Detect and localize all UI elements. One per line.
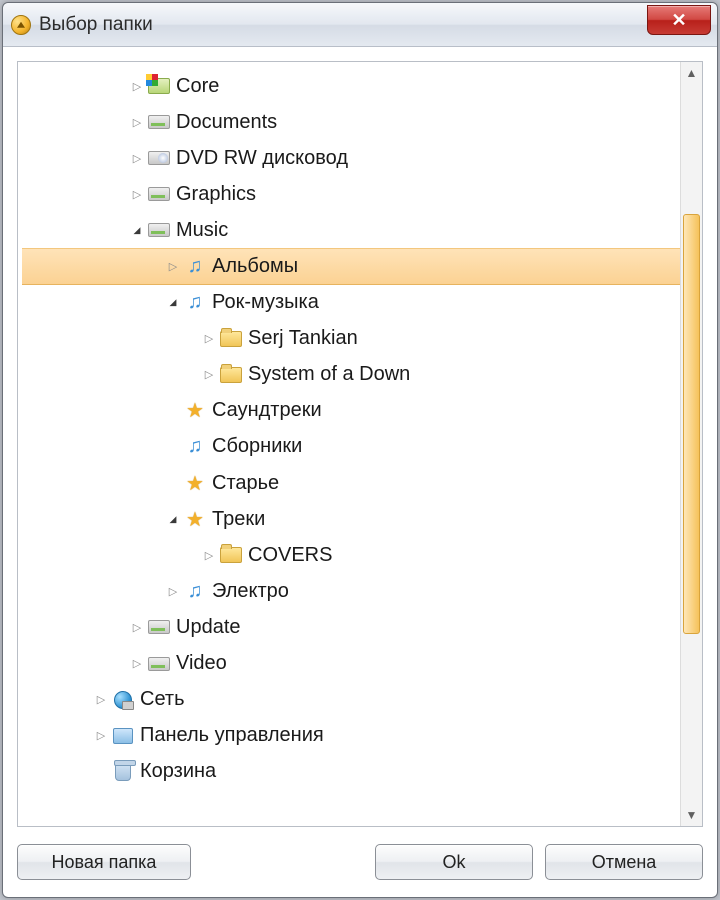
tree-item[interactable]: ★Саундтреки	[22, 393, 680, 429]
dvd-drive-icon	[146, 147, 172, 169]
tree-item[interactable]: ♫Электро	[22, 573, 680, 609]
tree-item-label: Саундтреки	[212, 399, 322, 422]
scrollbar-thumb[interactable]	[683, 214, 700, 634]
close-icon: ✕	[671, 10, 686, 31]
tree-item-label: DVD RW дисковод	[176, 147, 348, 170]
tree-item[interactable]: Documents	[22, 104, 680, 140]
inner-frame: Core Documents DVD RW дисковод Graphics Musi…	[17, 61, 703, 827]
app-icon	[11, 15, 31, 35]
chevron-right-icon[interactable]	[128, 152, 146, 165]
chevron-right-icon[interactable]	[200, 332, 218, 345]
star-icon: ★	[182, 400, 208, 422]
ok-button[interactable]: Ok	[375, 844, 533, 880]
drive-icon	[146, 616, 172, 638]
tree-item[interactable]: ♫Альбомы	[22, 248, 680, 284]
folder-select-dialog: Выбор папки ✕ Core Documents DVD RW дисков…	[2, 2, 718, 898]
tree-item[interactable]: Update	[22, 609, 680, 645]
chevron-right-icon[interactable]	[92, 693, 110, 706]
chevron-right-icon[interactable]	[200, 368, 218, 381]
tree-item-label: Update	[176, 616, 241, 639]
tree-item-label: Альбомы	[212, 255, 298, 278]
folder-icon	[218, 364, 244, 386]
tree-container: Core Documents DVD RW дисковод Graphics Musi…	[18, 62, 702, 826]
music-icon: ♫	[182, 292, 208, 314]
tree-item-label: Documents	[176, 111, 277, 134]
chevron-right-icon[interactable]	[200, 549, 218, 562]
star-icon: ★	[182, 508, 208, 530]
tree-item-label: COVERS	[248, 544, 332, 567]
tree-item[interactable]: Graphics	[22, 176, 680, 212]
tree-item[interactable]: DVD RW дисковод	[22, 140, 680, 176]
tree-item-label: Сеть	[140, 688, 184, 711]
tree-item[interactable]: ♫Сборники	[22, 429, 680, 465]
tree-item[interactable]: COVERS	[22, 537, 680, 573]
drive-icon	[146, 219, 172, 241]
tree-item[interactable]: ♫Рок-музыка	[22, 285, 680, 321]
tree-item-label: Корзина	[140, 760, 216, 783]
folder-icon	[218, 544, 244, 566]
button-bar: Новая папка Ok Отмена	[3, 841, 717, 897]
star-icon: ★	[182, 472, 208, 494]
chevron-right-icon[interactable]	[128, 621, 146, 634]
titlebar: Выбор папки ✕	[3, 3, 717, 47]
vertical-scrollbar[interactable]: ▲ ▼	[680, 62, 702, 826]
music-icon: ♫	[182, 436, 208, 458]
tree-item-label: Рок-музыка	[212, 291, 319, 314]
chevron-right-icon[interactable]	[92, 729, 110, 742]
tree-item[interactable]: Serj Tankian	[22, 321, 680, 357]
drive-icon	[146, 653, 172, 675]
tree-item-label: Music	[176, 219, 228, 242]
new-folder-button[interactable]: Новая папка	[17, 844, 191, 880]
chevron-right-icon[interactable]	[128, 80, 146, 93]
chevron-down-icon[interactable]	[164, 297, 182, 308]
scroll-down-icon[interactable]: ▼	[681, 804, 702, 826]
tree-item[interactable]: System of a Down	[22, 357, 680, 393]
tree-item-label: Core	[176, 75, 219, 98]
tree-item-label: System of a Down	[248, 363, 410, 386]
close-button[interactable]: ✕	[647, 5, 711, 35]
tree-item-label: Электро	[212, 580, 289, 603]
chevron-right-icon[interactable]	[164, 585, 182, 598]
tree-item[interactable]: Video	[22, 646, 680, 682]
chevron-down-icon[interactable]	[164, 514, 182, 525]
folder-icon	[218, 328, 244, 350]
chevron-right-icon[interactable]	[128, 657, 146, 670]
tree-item-label: Serj Tankian	[248, 327, 358, 350]
chevron-right-icon[interactable]	[164, 260, 182, 273]
recycle-bin-icon	[110, 761, 136, 783]
scroll-up-icon[interactable]: ▲	[681, 62, 702, 84]
folder-tree[interactable]: Core Documents DVD RW дисковод Graphics Musi…	[18, 62, 680, 826]
tree-item-label: Панель управления	[140, 724, 324, 747]
cancel-button[interactable]: Отмена	[545, 844, 703, 880]
tree-item-label: Video	[176, 652, 227, 675]
control-panel-icon	[110, 725, 136, 747]
tree-item[interactable]: Music	[22, 212, 680, 248]
tree-item[interactable]: Корзина	[22, 754, 680, 790]
tree-item[interactable]: Core	[22, 68, 680, 104]
tree-item[interactable]: Панель управления	[22, 718, 680, 754]
drive-icon	[146, 111, 172, 133]
network-icon	[110, 689, 136, 711]
tree-item-label: Сборники	[212, 435, 302, 458]
tree-item-label: Треки	[212, 508, 265, 531]
tree-item[interactable]: ★Старье	[22, 465, 680, 501]
drive-icon	[146, 183, 172, 205]
chevron-right-icon[interactable]	[128, 188, 146, 201]
music-icon: ♫	[182, 256, 208, 278]
tree-item-label: Старье	[212, 472, 279, 495]
chevron-down-icon[interactable]	[128, 225, 146, 236]
window-title: Выбор папки	[39, 14, 153, 36]
tree-item-label: Graphics	[176, 183, 256, 206]
chevron-right-icon[interactable]	[128, 116, 146, 129]
music-icon: ♫	[182, 580, 208, 602]
tree-item[interactable]: Сеть	[22, 682, 680, 718]
tree-item[interactable]: ★Треки	[22, 501, 680, 537]
drive-core-icon	[146, 75, 172, 97]
